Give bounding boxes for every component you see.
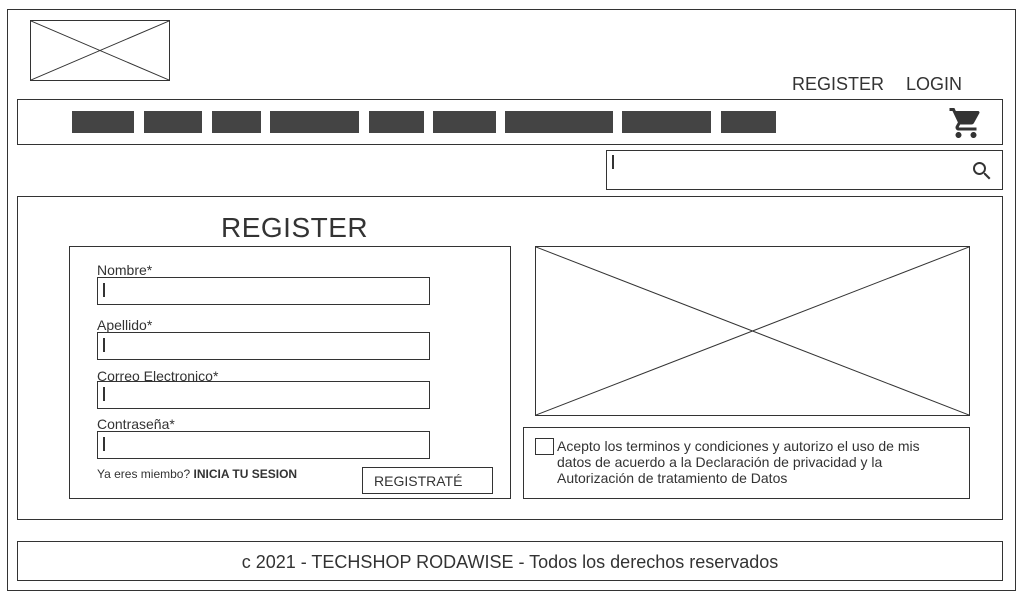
password-field[interactable] bbox=[97, 431, 430, 459]
nombre-label: Nombre* bbox=[97, 262, 153, 278]
main-nav bbox=[17, 99, 1003, 145]
search-icon[interactable] bbox=[970, 159, 994, 183]
cart-icon[interactable] bbox=[948, 105, 984, 141]
nav-item-4[interactable] bbox=[270, 111, 359, 133]
terms-panel: Acepto los terminos y condiciones y auto… bbox=[523, 427, 970, 499]
password-label: Contraseña* bbox=[97, 416, 175, 432]
register-form: Nombre* Apellido* Correo Electronico* Co… bbox=[69, 246, 511, 499]
login-link[interactable]: LOGIN bbox=[906, 74, 962, 95]
nav-item-8[interactable] bbox=[622, 111, 711, 133]
nombre-field[interactable] bbox=[97, 277, 430, 305]
nav-item-2[interactable] bbox=[144, 111, 202, 133]
page-title: REGISTER bbox=[221, 212, 369, 243]
terms-text: Acepto los terminos y condiciones y auto… bbox=[557, 438, 920, 486]
apellido-label: Apellido* bbox=[97, 317, 153, 333]
email-field[interactable] bbox=[97, 381, 430, 409]
text-caret bbox=[103, 283, 105, 297]
text-caret bbox=[103, 387, 105, 401]
register-section: REGISTER Nombre* Apellido* Correo Electr… bbox=[17, 196, 1003, 520]
text-caret bbox=[612, 155, 614, 169]
register-link[interactable]: REGISTER bbox=[792, 74, 884, 95]
image-placeholder-icon bbox=[31, 21, 169, 80]
search-input[interactable] bbox=[606, 150, 1003, 190]
text-caret bbox=[103, 338, 105, 352]
logo-image[interactable] bbox=[30, 20, 170, 81]
terms-checkbox[interactable] bbox=[535, 438, 554, 455]
text-caret bbox=[103, 437, 105, 451]
register-button[interactable]: REGISTRATÉ bbox=[362, 467, 493, 494]
nav-item-1[interactable] bbox=[72, 111, 134, 133]
nav-item-7[interactable] bbox=[505, 111, 613, 133]
login-session-link[interactable]: INICIA TU SESION bbox=[194, 467, 298, 481]
nav-item-5[interactable] bbox=[369, 111, 424, 133]
footer-text: c 2021 - TECHSHOP RODAWISE - Todos los d… bbox=[241, 552, 779, 572]
already-member-text: Ya eres miembo? bbox=[97, 467, 191, 481]
nav-item-6[interactable] bbox=[433, 111, 496, 133]
nav-item-9[interactable] bbox=[721, 111, 776, 133]
image-placeholder-icon bbox=[536, 247, 969, 415]
apellido-field[interactable] bbox=[97, 332, 430, 360]
register-image bbox=[535, 246, 970, 416]
footer: c 2021 - TECHSHOP RODAWISE - Todos los d… bbox=[17, 541, 1003, 581]
login-prompt: Ya eres miembo? INICIA TU SESION bbox=[97, 467, 297, 481]
nav-item-3[interactable] bbox=[212, 111, 261, 133]
